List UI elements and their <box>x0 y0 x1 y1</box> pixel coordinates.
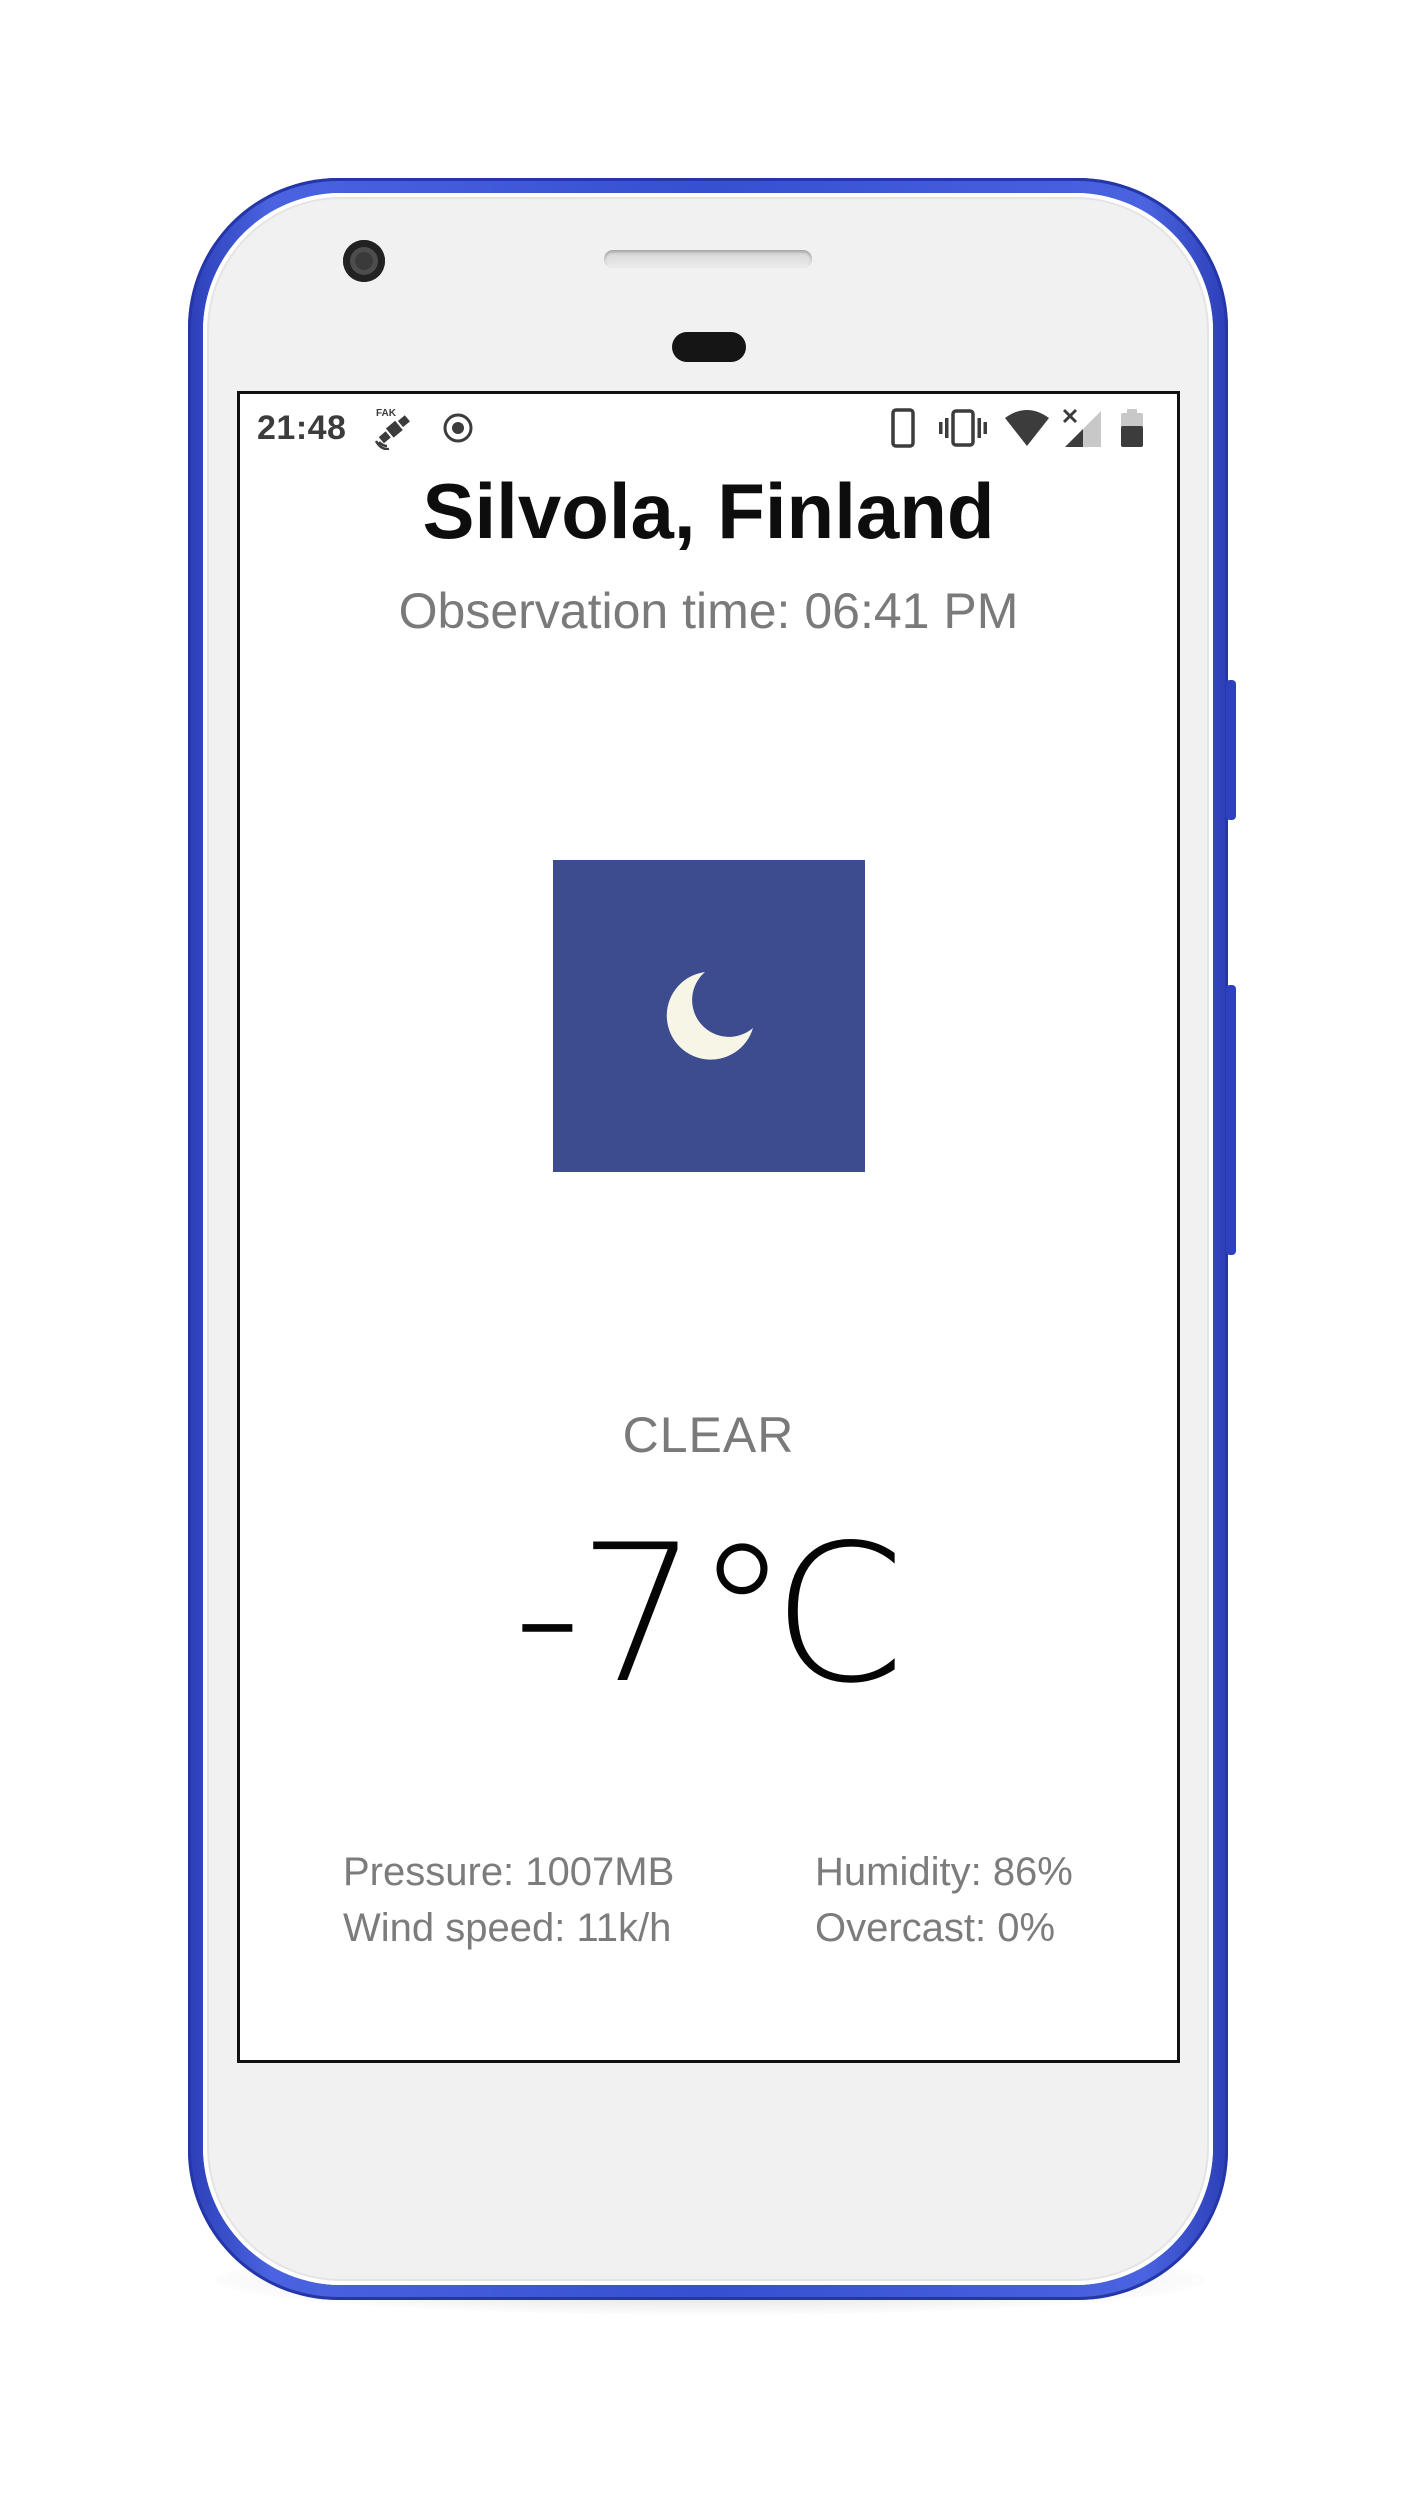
details-left: Pressure: 1007MB Wind speed: 11k/h <box>343 1844 674 1956</box>
weather-condition: CLEAR <box>622 1407 795 1463</box>
speaker-grill <box>604 250 812 268</box>
moon-icon <box>666 972 753 1060</box>
weather-icon-tile <box>553 860 865 1172</box>
location-title: Silvola, Finland <box>422 467 995 555</box>
details-right: Humidity: 86% Overcast: 0% <box>815 1844 1073 1956</box>
stage: 21:48 FAK Silvola, Finland Observation t… <box>0 0 1416 2517</box>
wind-speed-value: Wind speed: 11k/h <box>343 1906 672 1950</box>
pressure-value: Pressure: 1007MB <box>343 1850 675 1894</box>
observation-time: Observation time: 06:41 PM <box>398 583 1019 639</box>
screen: 21:48 FAK Silvola, Finland Observation t… <box>237 391 1180 2063</box>
volume-button <box>1226 985 1236 1255</box>
overcast-value: Overcast: 0% <box>815 1906 1056 1950</box>
front-camera <box>343 240 385 282</box>
weather-content: Silvola, Finland Observation time: 06:41… <box>240 394 1177 2060</box>
humidity-value: Humidity: 86% <box>815 1850 1073 1894</box>
power-button <box>1226 680 1236 820</box>
temperature: -7℃ <box>513 1504 908 1725</box>
proximity-sensor <box>672 332 746 362</box>
